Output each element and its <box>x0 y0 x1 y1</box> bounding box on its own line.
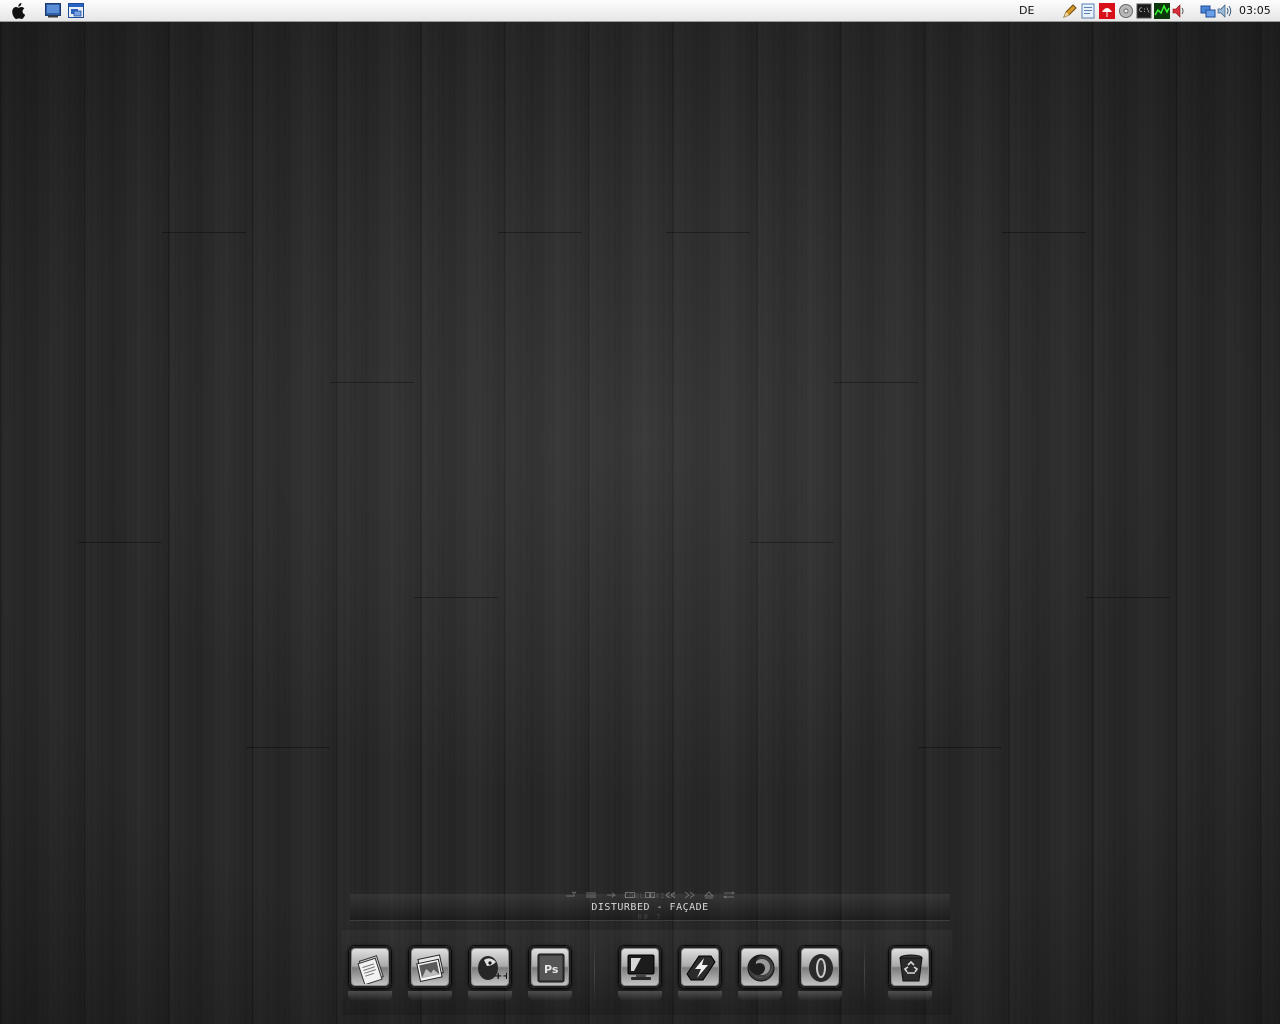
dock-item-pictures[interactable] <box>408 945 452 989</box>
plank-seam <box>162 232 246 233</box>
dock-reflection <box>348 991 392 1001</box>
plank-seam <box>834 382 918 383</box>
pictures-icon <box>416 954 444 983</box>
clock[interactable]: 03:05 <box>1239 4 1271 17</box>
cd-drive-icon[interactable] <box>1118 3 1134 19</box>
plank-seam <box>918 747 1002 748</box>
dock-reflection <box>798 991 842 1001</box>
notepad-icon[interactable] <box>1080 3 1096 19</box>
volume-icon[interactable] <box>1217 3 1233 19</box>
plank-seam <box>1086 597 1170 598</box>
photoshop-icon: Ps <box>537 953 565 983</box>
application-dock: ++ Ps O <box>342 930 952 1015</box>
dock-item-recycle-bin[interactable] <box>888 945 932 989</box>
network-activity-icon[interactable] <box>1154 3 1170 19</box>
dock-reflection <box>678 991 722 1001</box>
plank-seam <box>666 232 750 233</box>
plank-seam <box>78 542 162 543</box>
eject-icon[interactable] <box>703 884 715 899</box>
dock-reflection <box>528 991 572 1001</box>
plank-seam <box>414 597 498 598</box>
playlist-icon[interactable] <box>585 884 597 898</box>
volume-speaker-icon[interactable] <box>1171 3 1187 19</box>
dock-separator <box>864 941 865 1003</box>
dock-item-computer[interactable] <box>618 945 662 989</box>
documents-icon <box>357 955 384 984</box>
winamp-icon <box>686 955 716 981</box>
dock-item-firefox[interactable] <box>738 945 782 989</box>
repeat-icon[interactable] <box>565 884 577 897</box>
plank-seam <box>750 542 834 543</box>
plank-seam <box>246 747 330 748</box>
dock-reflection <box>618 991 662 1001</box>
dock-reflection <box>468 991 512 1001</box>
dock-separator <box>594 941 595 1003</box>
network-connection-icon[interactable] <box>1200 3 1216 19</box>
dock-item-documents[interactable] <box>348 945 392 989</box>
fast-forward-icon[interactable] <box>684 884 696 899</box>
recycle-bin-icon <box>899 954 923 982</box>
now-playing-bar[interactable]: COOL AXIOM DISTURBED - FAÇADE 00 7 <box>350 892 950 921</box>
stop-icon[interactable] <box>624 884 636 898</box>
now-playing-ghost-text: COOL AXIOM <box>623 892 677 900</box>
play-icon[interactable] <box>605 884 617 898</box>
dock-reflection <box>738 991 782 1001</box>
opera-icon: O <box>805 952 833 982</box>
dock-item-opera[interactable]: O <box>798 945 842 989</box>
language-indicator[interactable]: DE <box>1019 4 1034 17</box>
next-track-icon[interactable] <box>644 884 656 898</box>
svg-text:Ps: Ps <box>544 963 559 976</box>
apple-icon[interactable] <box>11 2 28 24</box>
dock-item-winamp[interactable] <box>678 945 722 989</box>
dock-item-photoshop[interactable]: Ps <box>528 945 572 989</box>
switch-windows-icon[interactable] <box>68 3 84 22</box>
antivirus-umbrella-icon[interactable] <box>1099 3 1115 19</box>
firefox-icon <box>747 954 775 982</box>
console-icon[interactable]: C:\ <box>1136 3 1152 19</box>
rewind-icon[interactable] <box>664 884 676 899</box>
now-playing-time: 00 7 <box>637 913 663 921</box>
plank-seam <box>1002 232 1086 233</box>
plank-seam <box>330 382 414 383</box>
svg-text:O: O <box>805 952 806 953</box>
plank-seam <box>498 232 582 233</box>
dock-reflection <box>888 991 932 1001</box>
now-playing-title: DISTURBED - FAÇADE <box>591 902 709 913</box>
desktop-wallpaper[interactable] <box>0 22 1280 1024</box>
top-menu-bar: DE C:\ 03:05 <box>0 0 1280 22</box>
show-desktop-icon[interactable] <box>45 3 61 22</box>
svg-text:C:\: C:\ <box>1139 7 1150 14</box>
dock-item-notepad-plus[interactable]: ++ <box>468 945 512 989</box>
notepad-plus-icon: ++ <box>478 956 507 982</box>
shuffle-icon[interactable] <box>722 884 736 899</box>
pencil-tool-icon[interactable] <box>1062 3 1078 19</box>
svg-text:++: ++ <box>494 971 507 982</box>
computer-icon <box>627 954 655 980</box>
dock-reflection <box>408 991 452 1001</box>
media-player-widget: COOL AXIOM DISTURBED - FAÇADE 00 7 <box>350 883 950 921</box>
